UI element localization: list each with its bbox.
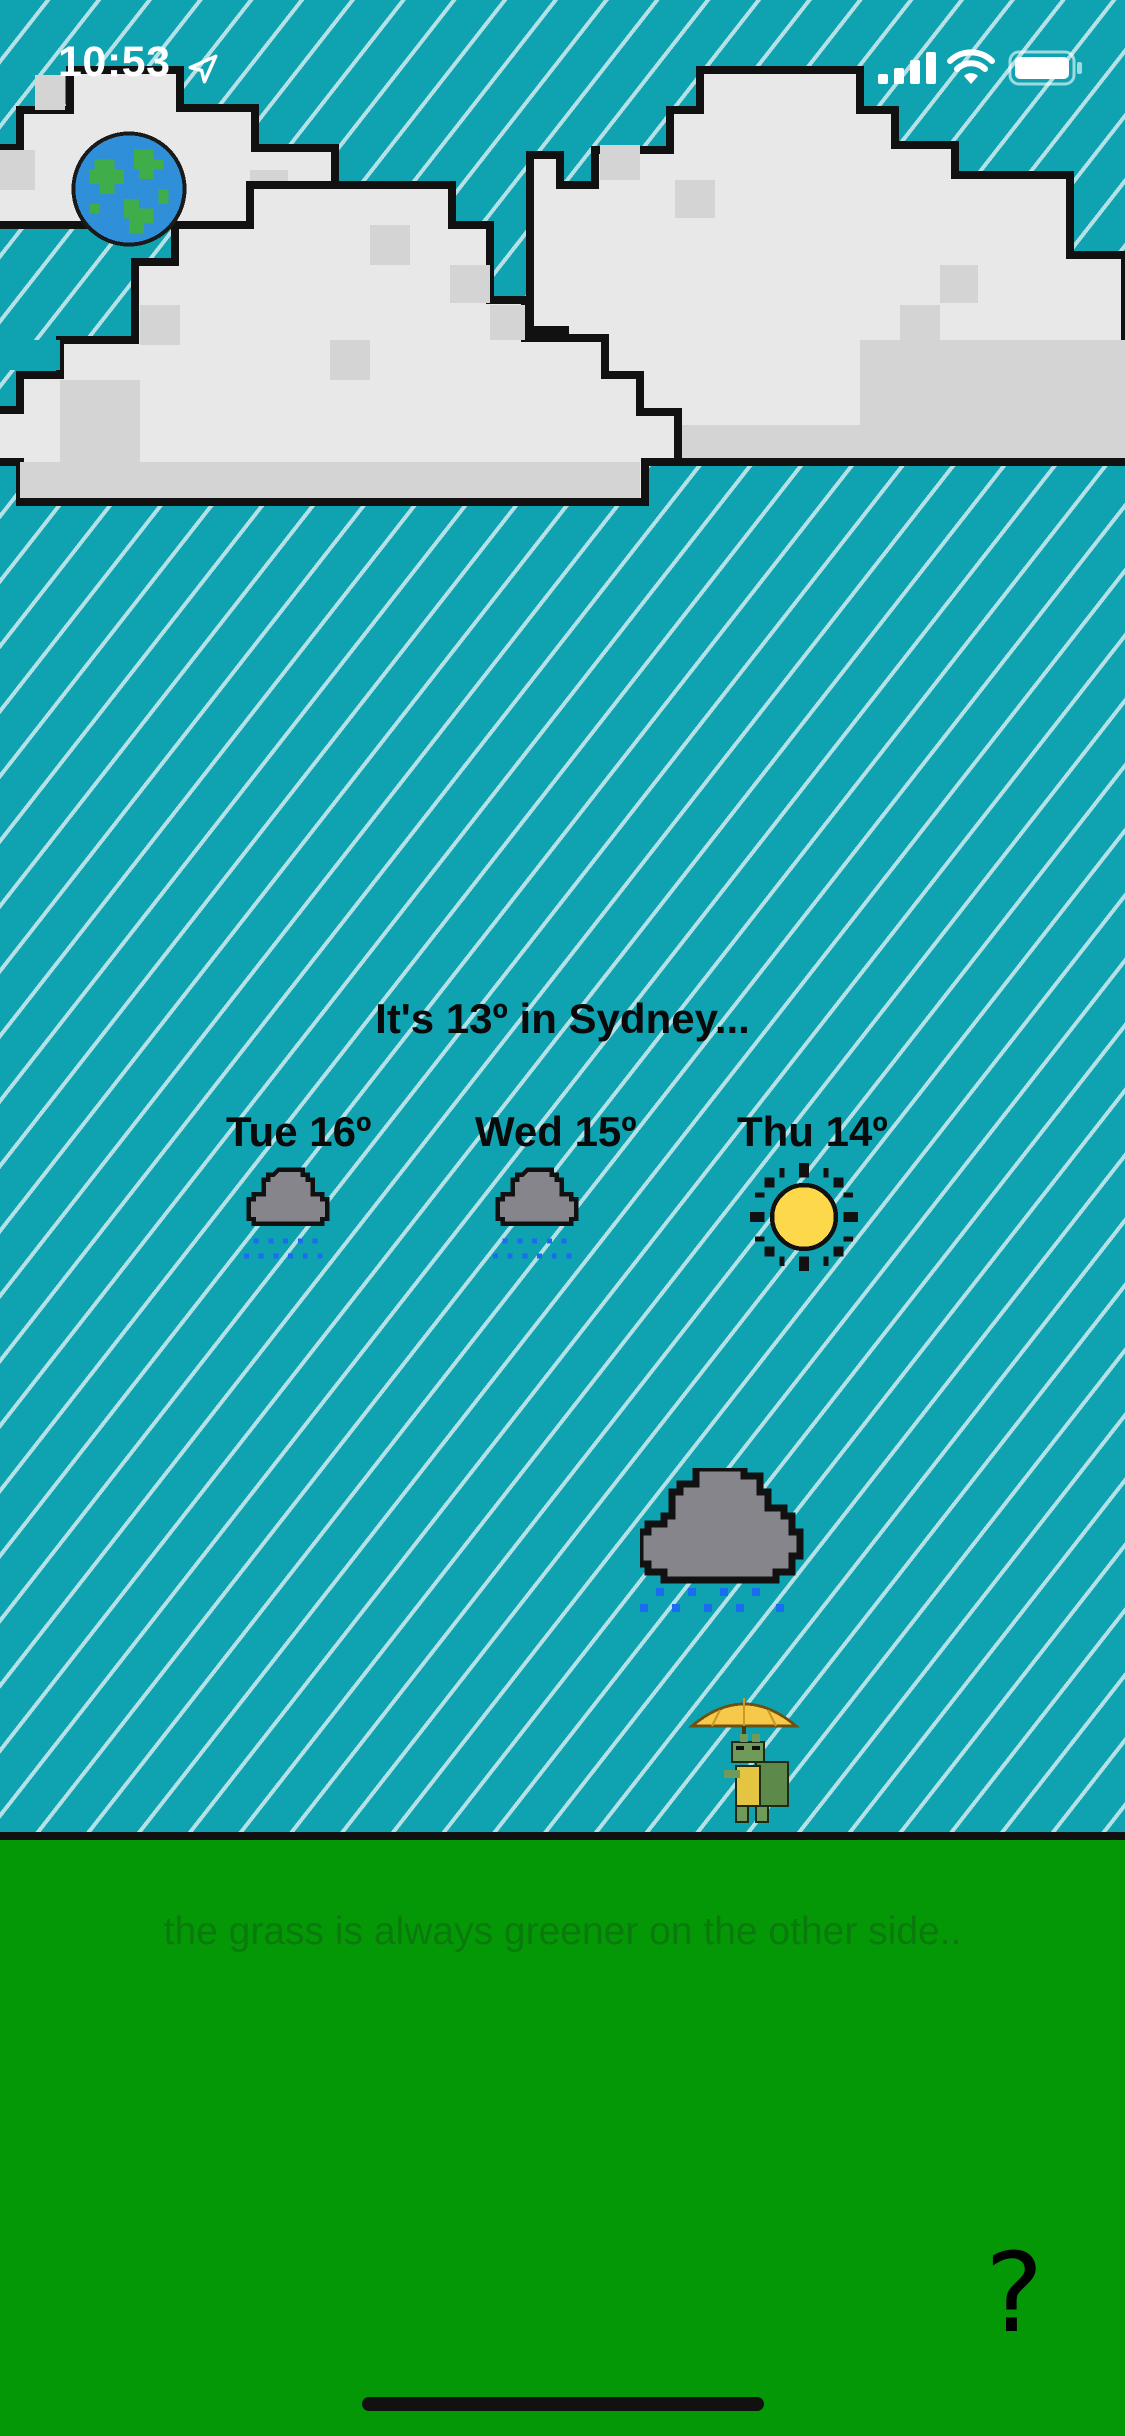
location-arrow-icon — [188, 54, 218, 84]
battery-icon — [1008, 50, 1082, 86]
status-time: 10:53 — [58, 38, 171, 86]
wifi-icon — [947, 49, 995, 84]
forecast-day-thu: Thu 14º — [737, 1108, 888, 1155]
current-weather-headline: It's 13º in Sydney... — [375, 995, 750, 1042]
forecast-day-tue: Tue 16º — [226, 1108, 372, 1155]
earth-globe-icon[interactable] — [70, 130, 188, 248]
horizon-line — [0, 1832, 1125, 1840]
help-button[interactable]: ? — [985, 2238, 1043, 2348]
rain-cloud-icon — [492, 1167, 579, 1259]
home-indicator[interactable] — [362, 2397, 764, 2411]
app-screen: 10:53 It's 13º in Sydney... Tue 16º Wed … — [0, 0, 1125, 2436]
grass-tagline: the grass is always greener on the other… — [163, 1910, 962, 1953]
turtle-with-umbrella-icon — [688, 1698, 800, 1823]
rain-cloud-icon — [243, 1167, 330, 1259]
cellular-signal-icon — [878, 52, 936, 84]
forecast-day-wed: Wed 15º — [475, 1108, 637, 1155]
sun-icon — [750, 1163, 858, 1271]
status-bar: 10:53 — [0, 0, 1125, 130]
storm-cloud-icon — [640, 1468, 804, 1612]
